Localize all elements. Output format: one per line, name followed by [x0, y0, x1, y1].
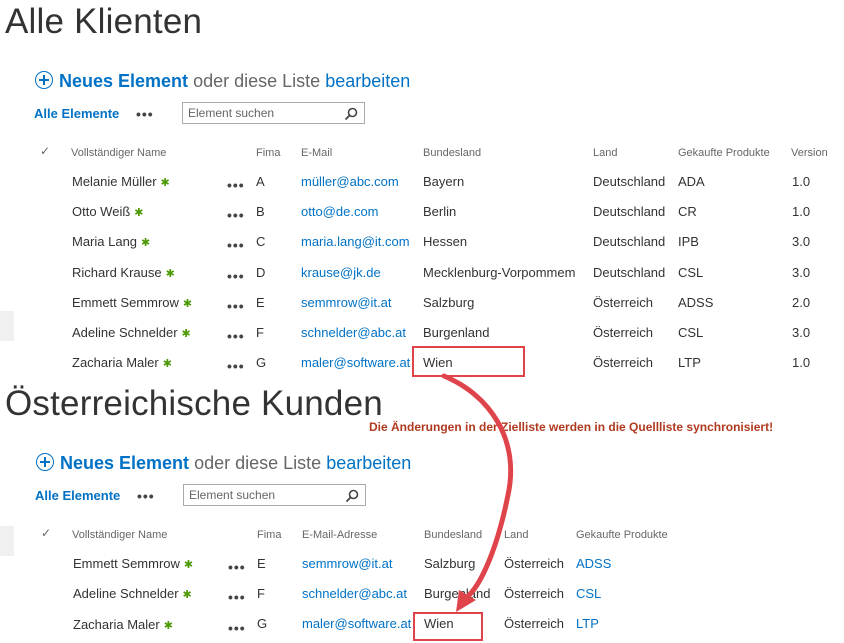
sync-arrow-icon: [441, 373, 514, 612]
